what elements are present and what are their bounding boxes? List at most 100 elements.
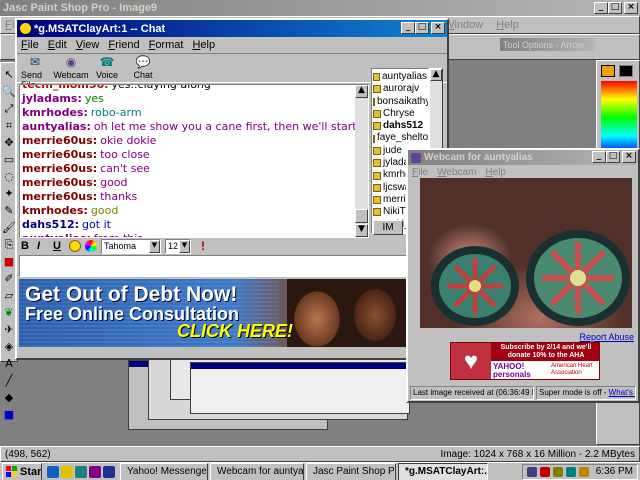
word-icon[interactable] — [103, 465, 115, 478]
report-abuse-link[interactable]: Report Abuse — [579, 332, 634, 342]
close-icon[interactable]: × — [431, 22, 445, 34]
chat-menu-help[interactable]: Help — [192, 39, 215, 51]
chat-menu-edit[interactable]: Edit — [48, 39, 67, 51]
taskbar: Start Yahoo! Messenger Webcam for auntya… — [0, 462, 640, 480]
send-file-button[interactable]: ✉ Send File — [21, 54, 49, 90]
user-smiley-icon — [373, 122, 381, 131]
tray-monitor-icon[interactable] — [565, 466, 576, 477]
user-list-item[interactable]: dahs512 — [373, 120, 427, 132]
chat-bubble-icon: 💬 — [135, 55, 151, 69]
font-size-select[interactable]: 12 ▼ — [165, 238, 191, 254]
chat-message: auntyalias: oh let me show you a cane fir… — [22, 120, 357, 134]
message-nick[interactable]: merrie60us: — [22, 162, 97, 175]
background-color-swatch[interactable] — [619, 65, 633, 77]
scroll-thumb[interactable] — [355, 209, 368, 223]
user-smiley-icon — [373, 196, 381, 205]
webcam-menu-webcam[interactable]: Webcam — [437, 167, 476, 178]
chat-menu-view[interactable]: View — [76, 39, 100, 51]
chat-messages-pane[interactable]: techi_mom56: yes..claying along jyladams: y… — [19, 84, 369, 238]
draw-tool-icon[interactable]: ╱ — [0, 373, 18, 389]
color-picker-icon[interactable] — [85, 240, 97, 252]
scroll-down-icon[interactable]: ▼ — [355, 224, 368, 237]
chevron-down-icon: ▼ — [179, 239, 190, 253]
cursor-coords: (498, 562) — [5, 448, 51, 460]
close-icon[interactable]: × — [622, 151, 636, 163]
start-button[interactable]: Start — [2, 462, 42, 480]
desktop-icon[interactable] — [75, 465, 87, 478]
whats-this-link[interactable]: What's this? — [609, 388, 635, 397]
webcam-status-right: Super mode is off - What's this? — [536, 386, 636, 400]
user-list-item[interactable]: aurorajv — [373, 83, 427, 95]
chat-button[interactable]: 💬 Chat — [129, 54, 157, 82]
tool-options-titlebar[interactable]: Tool Options - Arrow — [500, 38, 595, 51]
im-button[interactable]: IM — [373, 220, 403, 235]
message-nick[interactable]: merrie60us: — [22, 134, 97, 147]
task-yahoo-messenger[interactable]: Yahoo! Messenger — [120, 462, 208, 480]
chat-menu-format[interactable]: Format — [149, 39, 184, 51]
tray-network-icon[interactable] — [526, 466, 537, 477]
maximize-icon[interactable]: □ — [415, 22, 429, 34]
channels-icon[interactable] — [89, 465, 101, 478]
webcam-menu-help[interactable]: Help — [485, 167, 506, 178]
font-name-select[interactable]: Tahoma ▼ — [101, 238, 161, 254]
italic-button[interactable]: I — [37, 240, 49, 252]
scroll-up-icon[interactable]: ▲ — [355, 85, 368, 98]
message-nick[interactable]: dahs512: — [22, 218, 79, 231]
chat-message-input[interactable] — [19, 255, 411, 277]
chat-scrollbar[interactable]: ▲ ▼ — [355, 85, 368, 237]
webcam-menu-file[interactable]: File — [412, 167, 428, 178]
windows-logo-icon — [6, 466, 17, 477]
task-paint-shop-pro[interactable]: Jasc Paint Shop Pro - ... — [306, 462, 396, 480]
message-nick[interactable]: kmrhodes: — [22, 106, 88, 119]
bold-button[interactable]: B — [21, 240, 33, 252]
message-nick[interactable]: auntyalias: — [22, 120, 91, 133]
foreground-color-swatch[interactable] — [601, 65, 615, 77]
webcam-titlebar[interactable]: Webcam for auntyalias _ □ × — [408, 150, 638, 165]
user-list-item[interactable]: Chryse — [373, 108, 427, 120]
message-nick[interactable]: merrie60us: — [22, 148, 97, 161]
psp-titlebar[interactable]: Jasc Paint Shop Pro - Image9 _ □ × — [0, 0, 640, 16]
scroll-up-icon[interactable]: ▲ — [430, 69, 442, 81]
chat-titlebar[interactable]: *g.MSATClayArt:1 -- Chat _ □ × — [17, 20, 447, 37]
maximize-icon[interactable]: □ — [608, 2, 622, 14]
task-webcam[interactable]: Webcam for auntyalias — [210, 462, 304, 480]
tray-yahoo-icon[interactable] — [539, 466, 550, 477]
minimize-icon[interactable]: _ — [594, 2, 608, 14]
message-nick[interactable]: merrie60us: — [22, 190, 97, 203]
smiley-icon[interactable] — [69, 240, 81, 252]
user-list-item[interactable]: bonsaikathy — [373, 96, 428, 108]
message-nick[interactable]: techi_mom56: — [22, 85, 109, 91]
message-nick[interactable]: jyladams: — [22, 92, 82, 105]
minimize-icon[interactable]: _ — [401, 22, 415, 34]
psp-menu-help[interactable]: Help — [496, 19, 519, 31]
task-chat[interactable]: *g.MSATClayArt:... — [398, 462, 488, 480]
voice-button[interactable]: ☎ Voice — [93, 54, 121, 82]
user-list-item[interactable]: faye_shelton — [373, 132, 428, 144]
color-swatch-icon[interactable]: ■ — [0, 407, 18, 423]
outlook-icon[interactable] — [61, 465, 73, 478]
user-smiley-icon — [373, 183, 381, 192]
chat-message: merrie60us: thanks — [22, 190, 354, 204]
alert-icon[interactable]: ! — [201, 239, 205, 253]
debt-banner-ad[interactable]: Get Out of Debt Now! Free Online Consult… — [19, 279, 409, 347]
message-nick[interactable]: kmrhodes: — [22, 204, 88, 217]
user-smiley-icon — [373, 85, 381, 94]
image-window-thumbnail[interactable] — [190, 362, 410, 414]
chat-menu-friend[interactable]: Friend — [108, 39, 139, 51]
chevron-down-icon: ▼ — [149, 239, 160, 253]
minimize-icon[interactable]: _ — [592, 151, 606, 163]
maximize-icon[interactable]: □ — [606, 151, 620, 163]
tray-volume-icon[interactable] — [552, 466, 563, 477]
preset-shapes-icon[interactable]: ◆ — [0, 390, 18, 406]
underline-button[interactable]: U — [53, 240, 65, 252]
message-nick[interactable]: merrie60us: — [22, 176, 97, 189]
chat-menu-file[interactable]: File — [21, 39, 39, 51]
webcam-button[interactable]: ◉ Webcam — [53, 54, 88, 82]
tray-antivirus-icon[interactable] — [578, 466, 589, 477]
clock[interactable]: 6:36 PM — [596, 466, 633, 477]
user-list-item[interactable]: auntyalias — [373, 71, 427, 83]
close-icon[interactable]: × — [624, 2, 638, 14]
ie-icon[interactable] — [47, 465, 59, 478]
psp-menu-window[interactable]: Window — [444, 19, 483, 31]
yahoo-personals-ad[interactable]: ♥ Subscribe by 2/14 and we'll donate 10%… — [450, 342, 600, 380]
